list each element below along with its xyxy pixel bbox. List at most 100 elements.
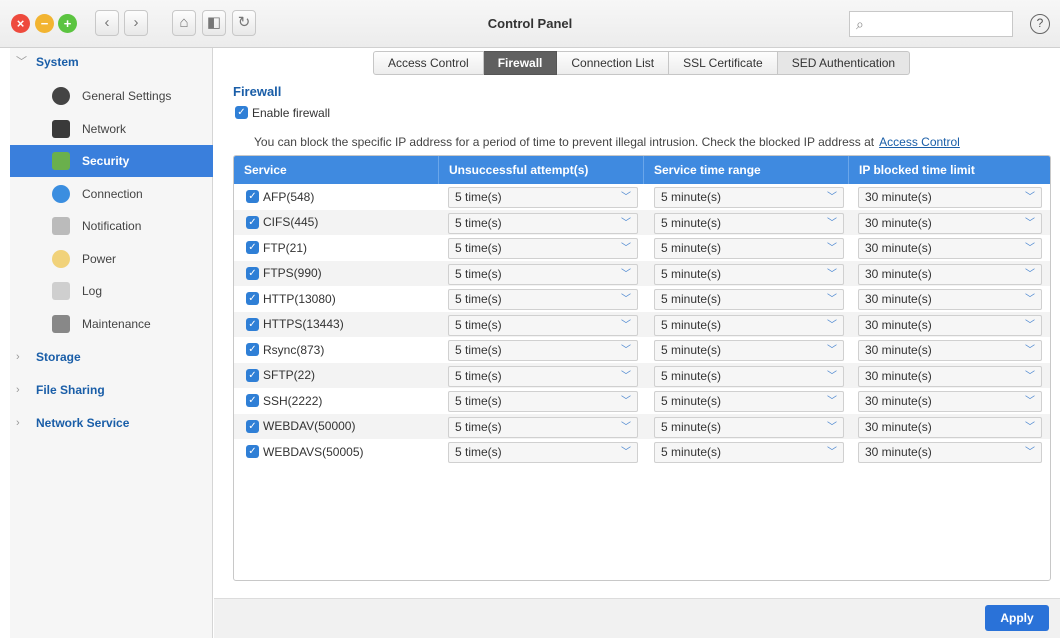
tools-icon bbox=[52, 314, 70, 333]
checkbox-checked-icon[interactable]: ✓ bbox=[246, 368, 259, 382]
blocked-limit-select[interactable]: 30 minute(s) ﹀ bbox=[858, 416, 1042, 438]
checkbox-checked-icon[interactable]: ✓ bbox=[246, 190, 259, 204]
attempts-select[interactable]: 5 time(s) ﹀ bbox=[448, 340, 638, 361]
sidebar-section-label: Storage bbox=[36, 350, 81, 364]
service-checkbox[interactable]: ✓ AFP(548) bbox=[246, 189, 314, 204]
blocked-limit-select[interactable]: 30 minute(s) ﹀ bbox=[858, 289, 1042, 310]
time-range-select[interactable]: 5 minute(s) ﹀ bbox=[654, 442, 844, 463]
attempts-select[interactable]: 5 time(s) ﹀ bbox=[448, 263, 638, 285]
select-value: 5 minute(s) bbox=[661, 317, 722, 332]
tab-connection-list[interactable]: Connection List bbox=[557, 51, 670, 75]
service-checkbox[interactable]: ✓ SFTP(22) bbox=[246, 368, 315, 382]
minimize-window-icon[interactable]: − bbox=[35, 14, 54, 33]
checkbox-checked-icon[interactable]: ✓ bbox=[246, 317, 259, 331]
sidebar-section-label: File Sharing bbox=[36, 383, 105, 397]
checkbox-checked-icon[interactable]: ✓ bbox=[246, 241, 259, 255]
home-button[interactable]: ⌂ bbox=[172, 10, 196, 36]
sidebar-item-power[interactable]: Power bbox=[10, 243, 213, 275]
checkbox-checked-icon[interactable]: ✓ bbox=[246, 266, 259, 280]
attempts-select[interactable]: 5 time(s) ﹀ bbox=[448, 442, 638, 463]
service-checkbox[interactable]: ✓ WEBDAVS(50005) bbox=[246, 444, 363, 459]
blocked-limit-select[interactable]: 30 minute(s) ﹀ bbox=[858, 314, 1042, 336]
time-range-select[interactable]: 5 minute(s) ﹀ bbox=[654, 391, 844, 412]
blocked-limit-select[interactable]: 30 minute(s) ﹀ bbox=[858, 340, 1042, 361]
service-checkbox[interactable]: ✓ HTTP(13080) bbox=[246, 291, 336, 306]
attempts-select[interactable]: 5 time(s) ﹀ bbox=[448, 187, 638, 208]
tab-sed-authentication[interactable]: SED Authentication bbox=[777, 51, 911, 75]
blocked-limit-select[interactable]: 30 minute(s) ﹀ bbox=[858, 212, 1042, 234]
time-range-select[interactable]: 5 minute(s) ﹀ bbox=[654, 263, 844, 285]
tab-access-control[interactable]: Access Control bbox=[373, 51, 484, 75]
service-checkbox[interactable]: ✓ HTTPS(13443) bbox=[246, 317, 344, 331]
apply-button[interactable]: Apply bbox=[985, 605, 1049, 631]
table-row: ✓ WEBDAVS(50005) 5 time(s) ﹀ 5 minute(s) ﹀ 30 … bbox=[234, 439, 1050, 465]
info-text-body: You can block the specific IP address fo… bbox=[254, 135, 875, 149]
time-range-select[interactable]: 5 minute(s) ﹀ bbox=[654, 314, 844, 336]
maximize-window-icon[interactable]: + bbox=[58, 14, 77, 33]
tab-ssl-certificate[interactable]: SSL Certificate bbox=[669, 51, 778, 75]
forward-button[interactable]: › bbox=[124, 10, 148, 36]
help-icon[interactable]: ? bbox=[1030, 14, 1050, 34]
checkbox-checked-icon[interactable]: ✓ bbox=[246, 343, 259, 357]
sidebar-item-log[interactable]: Log bbox=[10, 275, 213, 307]
sidebar-item-network[interactable]: Network bbox=[10, 113, 213, 145]
sidebar-item-maintenance[interactable]: Maintenance bbox=[10, 308, 213, 340]
sidebar-section-storage[interactable]: › Storage bbox=[10, 345, 213, 369]
attempts-select[interactable]: 5 time(s) ﹀ bbox=[448, 238, 638, 259]
blocked-limit-select[interactable]: 30 minute(s) ﹀ bbox=[858, 442, 1042, 463]
checkbox-checked-icon[interactable]: ✓ bbox=[246, 445, 259, 459]
service-checkbox[interactable]: ✓ FTP(21) bbox=[246, 240, 307, 255]
blocked-limit-select[interactable]: 30 minute(s) ﹀ bbox=[858, 365, 1042, 387]
attempts-select[interactable]: 5 time(s) ﹀ bbox=[448, 212, 638, 234]
attempts-select[interactable]: 5 time(s) ﹀ bbox=[448, 391, 638, 412]
sidebar-item-notification[interactable]: Notification bbox=[10, 210, 213, 242]
service-name: Rsync(873) bbox=[263, 342, 325, 357]
service-checkbox[interactable]: ✓ Rsync(873) bbox=[246, 342, 324, 357]
sidebar-section-network-service[interactable]: › Network Service bbox=[10, 411, 213, 435]
table-row: ✓ CIFS(445) 5 time(s) ﹀ 5 minute(s) ﹀ 30 minut… bbox=[234, 209, 1050, 235]
access-control-link[interactable]: Access Control bbox=[879, 135, 960, 149]
time-range-select[interactable]: 5 minute(s) ﹀ bbox=[654, 416, 844, 438]
sidebar-item-connection[interactable]: Connection bbox=[10, 178, 213, 210]
time-range-select[interactable]: 5 minute(s) ﹀ bbox=[654, 365, 844, 387]
attempts-select[interactable]: 5 time(s) ﹀ bbox=[448, 416, 638, 438]
attempts-select[interactable]: 5 time(s) ﹀ bbox=[448, 289, 638, 310]
checkbox-checked-icon[interactable]: ✓ bbox=[246, 419, 259, 433]
search-input[interactable]: ⌕ bbox=[849, 11, 1013, 37]
sidebar-section-system[interactable]: ﹀ System bbox=[10, 50, 213, 74]
close-window-icon[interactable]: × bbox=[11, 14, 30, 33]
checkbox-checked-icon[interactable]: ✓ bbox=[246, 394, 259, 408]
back-button[interactable]: ‹ bbox=[95, 10, 119, 36]
checkbox-checked-icon[interactable]: ✓ bbox=[246, 292, 259, 306]
sidebar-section-file-sharing[interactable]: › File Sharing bbox=[10, 378, 213, 402]
time-range-select[interactable]: 5 minute(s) ﹀ bbox=[654, 187, 844, 208]
chevron-down-icon: ﹀ bbox=[827, 396, 837, 407]
table-header: Service Unsuccessful attempt(s) Service … bbox=[234, 156, 1050, 184]
blocked-limit-select[interactable]: 30 minute(s) ﹀ bbox=[858, 238, 1042, 259]
refresh-button[interactable]: ↻ bbox=[232, 10, 256, 36]
checkbox-checked-icon[interactable]: ✓ bbox=[235, 106, 248, 120]
sidebar-item-label: Power bbox=[82, 251, 117, 266]
service-checkbox[interactable]: ✓ SSH(2222) bbox=[246, 393, 322, 408]
blocked-limit-select[interactable]: 30 minute(s) ﹀ bbox=[858, 187, 1042, 208]
tab-firewall[interactable]: Firewall bbox=[483, 51, 558, 75]
blocked-limit-select[interactable]: 30 minute(s) ﹀ bbox=[858, 263, 1042, 285]
sidebar-toggle-button[interactable]: ◧ bbox=[202, 10, 226, 36]
enable-firewall-checkbox[interactable]: ✓ Enable firewall bbox=[235, 105, 330, 120]
time-range-select[interactable]: 5 minute(s) ﹀ bbox=[654, 212, 844, 234]
time-range-select[interactable]: 5 minute(s) ﹀ bbox=[654, 289, 844, 310]
service-checkbox[interactable]: ✓ WEBDAV(50000) bbox=[246, 419, 355, 433]
select-value: 30 minute(s) bbox=[865, 266, 932, 281]
attempts-select[interactable]: 5 time(s) ﹀ bbox=[448, 365, 638, 387]
sidebar-item-label: Log bbox=[82, 284, 103, 298]
blocked-limit-select[interactable]: 30 minute(s) ﹀ bbox=[858, 391, 1042, 412]
sidebar-item-security[interactable]: Security bbox=[10, 145, 213, 177]
time-range-select[interactable]: 5 minute(s) ﹀ bbox=[654, 340, 844, 361]
service-checkbox[interactable]: ✓ CIFS(445) bbox=[246, 215, 318, 229]
attempts-select[interactable]: 5 time(s) ﹀ bbox=[448, 314, 638, 336]
time-range-select[interactable]: 5 minute(s) ﹀ bbox=[654, 238, 844, 259]
service-checkbox[interactable]: ✓ FTPS(990) bbox=[246, 266, 322, 280]
checkbox-checked-icon[interactable]: ✓ bbox=[246, 215, 259, 229]
footer-bar bbox=[214, 598, 1060, 638]
sidebar-item-general-settings[interactable]: General Settings bbox=[10, 80, 213, 112]
